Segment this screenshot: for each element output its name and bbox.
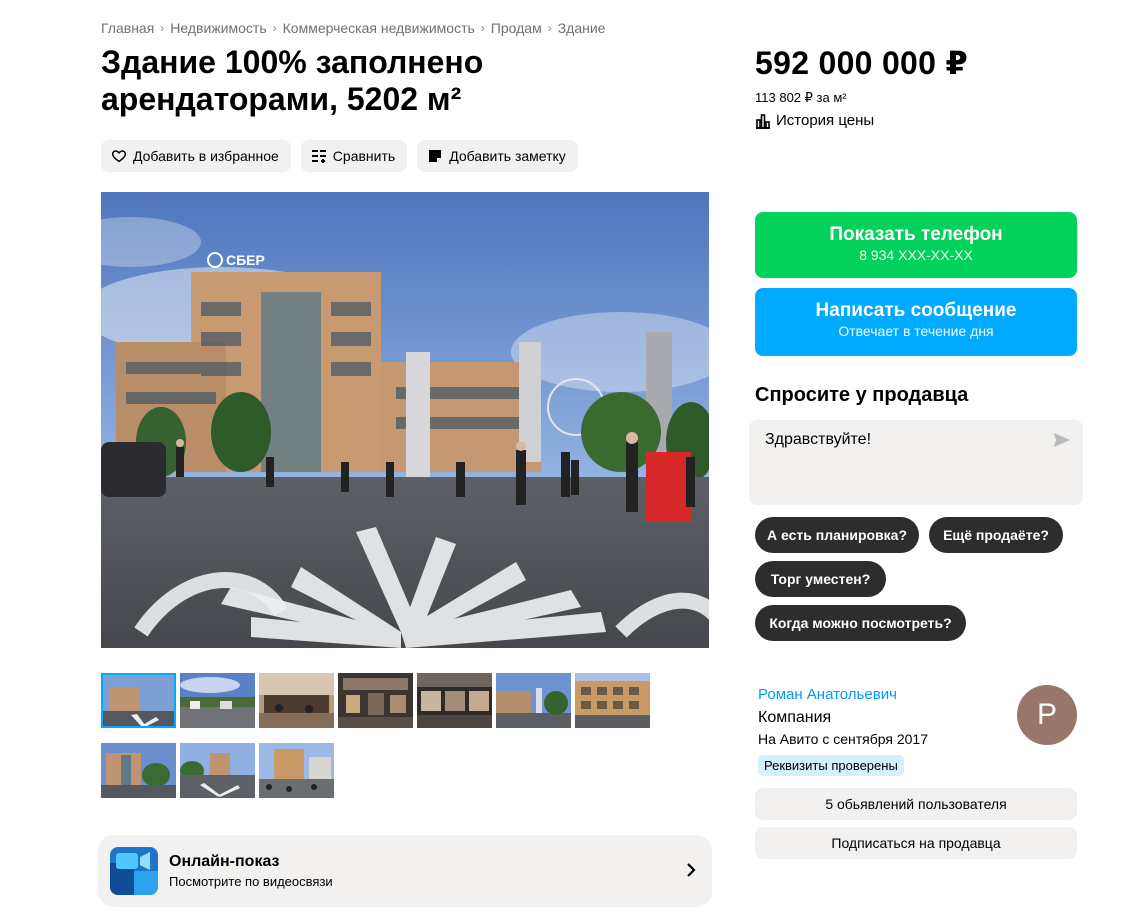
thumbnail[interactable] (180, 673, 255, 728)
thumbnail-image (259, 673, 334, 728)
building-photo: СБЕР (101, 192, 709, 648)
response-time: Отвечает в течение дня (838, 323, 994, 339)
verified-badge[interactable]: Реквизиты проверены (758, 755, 904, 776)
online-show-subtitle: Посмотрите по видеосвязи (169, 874, 333, 889)
breadcrumb-item[interactable]: Продам (491, 20, 542, 36)
online-show-banner[interactable]: Онлайн-показ Посмотрите по видеосвязи (98, 835, 712, 907)
add-note-label: Добавить заметку (449, 148, 566, 164)
breadcrumb-item[interactable]: Коммерческая недвижимость (283, 20, 475, 36)
video-call-icon (110, 847, 158, 895)
ask-seller-title: Спросите у продавца (755, 384, 969, 406)
price: 592 000 000 ₽ (755, 45, 969, 81)
heart-icon (111, 150, 127, 163)
thumbnail-image (180, 673, 255, 728)
show-phone-label: Показать телефон (829, 224, 1003, 245)
page-title: Здание 100% заполнено арендаторами, 5202… (101, 44, 484, 117)
chart-icon (756, 113, 770, 129)
thumbnail[interactable] (180, 743, 255, 798)
add-note-button[interactable]: Добавить заметку (417, 140, 578, 172)
thumbnail[interactable] (101, 673, 176, 728)
thumbnail-image (338, 673, 413, 728)
thumbnail-image (101, 743, 176, 798)
thumbnail[interactable] (101, 743, 176, 798)
note-icon (429, 150, 442, 162)
avatar[interactable]: Р (1017, 685, 1077, 745)
chevron-right-icon (687, 863, 696, 877)
thumbnail-image (417, 673, 492, 728)
breadcrumb-item[interactable]: Недвижимость (170, 20, 266, 36)
subscribe-seller-button[interactable]: Подписаться на продавца (755, 827, 1077, 859)
chevron-right-icon: › (480, 21, 485, 35)
thumbnail[interactable] (417, 673, 492, 728)
add-favorite-button[interactable]: Добавить в избранное (101, 140, 291, 172)
thumbnail-image (496, 673, 571, 728)
breadcrumb: Главная › Недвижимость › Коммерческая не… (101, 20, 605, 36)
message-input[interactable]: Здравствуйте! (749, 420, 1083, 505)
thumbnail[interactable] (338, 673, 413, 728)
price-history-label: История цены (776, 112, 875, 129)
compare-label: Сравнить (332, 148, 396, 164)
building-sign: СБЕР (226, 252, 265, 268)
thumbnail-image (180, 743, 255, 798)
breadcrumb-item[interactable]: Главная (101, 20, 154, 36)
seller-since: На Авито с сентября 2017 (758, 731, 928, 747)
price-history-link[interactable]: История цены (755, 112, 874, 129)
message-text: Здравствуйте! (765, 431, 872, 448)
online-show-title: Онлайн-показ (169, 853, 280, 870)
write-message-label: Написать сообщение (815, 300, 1017, 321)
thumbnail-image (259, 743, 334, 798)
quick-question-chip[interactable]: Ещё продаёте? (929, 517, 1063, 553)
quick-question-chip[interactable]: Когда можно посмотреть? (755, 605, 966, 641)
listing-actions: Добавить в избранное Сравнить Добавить з… (101, 140, 578, 172)
write-message-button[interactable]: Написать сообщение Отвечает в течение дн… (755, 288, 1077, 356)
chevron-right-icon: › (160, 21, 165, 35)
send-icon[interactable] (1053, 432, 1071, 448)
chevron-right-icon: › (272, 21, 277, 35)
compare-icon (311, 150, 326, 163)
quick-question-chip[interactable]: А есть планировка? (755, 517, 919, 553)
phone-number: 8 934 XXX-XX-XX (859, 247, 973, 263)
thumbnail-image (101, 673, 176, 728)
thumbnail[interactable] (575, 673, 650, 728)
price-per-meter: 113 802 ₽ за м² (755, 90, 847, 105)
compare-button[interactable]: Сравнить (300, 140, 408, 172)
thumbnail-image (575, 673, 650, 728)
thumbnail[interactable] (259, 673, 334, 728)
thumbnail[interactable] (496, 673, 571, 728)
quick-question-chip[interactable]: Торг уместен? (755, 561, 886, 597)
show-phone-button[interactable]: Показать телефон 8 934 XXX-XX-XX (755, 212, 1077, 278)
thumbnail[interactable] (259, 743, 334, 798)
chevron-right-icon: › (547, 21, 552, 35)
add-favorite-label: Добавить в избранное (133, 148, 279, 164)
main-photo[interactable]: СБЕР (101, 192, 709, 648)
breadcrumb-item[interactable]: Здание (558, 20, 606, 36)
seller-name-link[interactable]: Роман Анатольевич (758, 686, 897, 703)
seller-type: Компания (758, 709, 832, 726)
seller-listings-button[interactable]: 5 обьявлений пользователя (755, 788, 1077, 820)
